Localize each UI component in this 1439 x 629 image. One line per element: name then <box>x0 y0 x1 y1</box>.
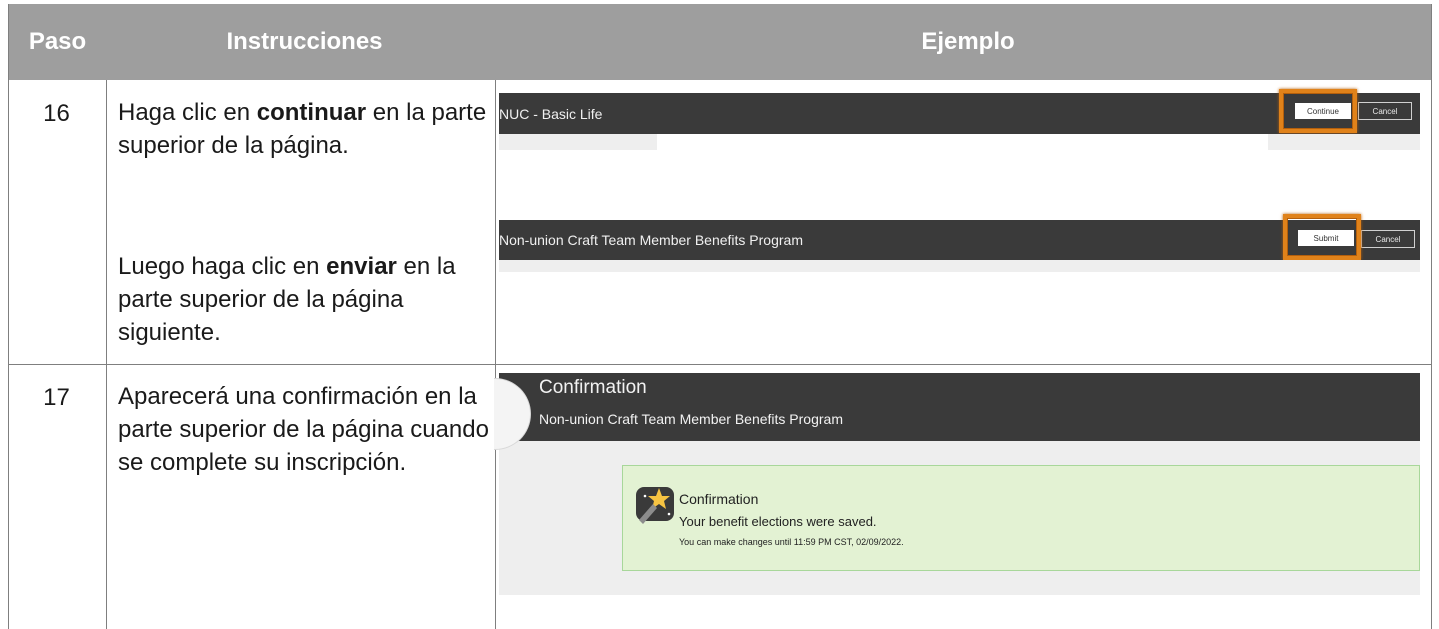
step-16-instruction-b: Luego haga clic en enviar en la parte su… <box>118 250 498 349</box>
column-divider <box>495 80 496 629</box>
success-title: Confirmation <box>679 491 759 507</box>
confirmation-program: Non-union Craft Team Member Benefits Pro… <box>539 411 843 427</box>
table-header: Paso Instrucciones Ejemplo <box>9 4 1431 80</box>
step-17-instruction: Aparecerá una confirmación en la parte s… <box>118 383 489 476</box>
step-16-keyword-continue: continuar <box>256 99 367 126</box>
example-program-bar: Non-union Craft Team Member Benefits Pro… <box>499 220 1420 260</box>
continue-highlight-box <box>1279 89 1357 133</box>
confirmation-success-box: Confirmation Your benefit elections were… <box>622 465 1420 571</box>
cancel-button[interactable]: Cancel <box>1361 230 1415 248</box>
program-title: Non-union Craft Team Member Benefits Pro… <box>499 232 803 248</box>
basic-life-title: NUC - Basic Life <box>499 105 603 122</box>
page-background-strip <box>499 134 657 150</box>
submit-highlight-box <box>1283 214 1361 260</box>
step-number-17: 17 <box>43 384 70 411</box>
header-step: Paso <box>28 28 87 55</box>
step-16-text-pre: Haga clic en <box>118 99 257 126</box>
step-16-keyword-submit: enviar <box>326 253 397 280</box>
step-number-16: 16 <box>43 100 70 127</box>
cancel-button[interactable]: Cancel <box>1358 102 1412 120</box>
row-divider <box>9 364 1431 365</box>
header-example: Ejemplo <box>921 28 1015 55</box>
confirmation-header-bar: Confirmation Non-union Craft Team Member… <box>499 373 1420 441</box>
confirmation-heading: Confirmation <box>539 377 647 398</box>
page-background-strip <box>499 571 623 595</box>
celebration-icon <box>636 487 674 524</box>
column-divider <box>106 80 107 629</box>
step-16b-text-pre: Luego haga clic en <box>118 253 327 280</box>
step-16-instruction-a: Haga clic en continuar en la parte super… <box>118 96 498 162</box>
success-message: Your benefit elections were saved. <box>679 514 877 529</box>
page-background-strip <box>1268 134 1420 150</box>
page-background-strip <box>499 260 1420 272</box>
success-deadline-note: You can make changes until 11:59 PM CST,… <box>679 537 904 547</box>
header-instructions: Instrucciones <box>226 28 383 55</box>
